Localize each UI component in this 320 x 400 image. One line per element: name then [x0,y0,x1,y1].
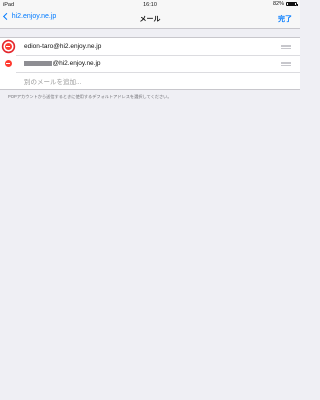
reorder-grip-icon[interactable] [281,44,291,49]
done-button[interactable]: 完了 [278,14,292,24]
minus-circle-icon [4,60,12,67]
delete-button-2[interactable] [0,60,16,67]
status-time: 16:10 [143,1,157,8]
email-list: edion-taro@hi2.enjoy.ne.jp @hi2.enjoy.ne… [0,37,300,90]
minus-circle-icon [4,43,12,50]
navigation-bar: hi2.enjoy.ne.jp メール 完了 [0,9,300,29]
email-row-1[interactable]: edion-taro@hi2.enjoy.ne.jp [0,38,300,55]
reorder-grip-icon[interactable] [281,61,291,66]
redacted-block [24,60,52,67]
add-email-row[interactable]: 別のメールを追加... [0,72,300,89]
email-address-1: edion-taro@hi2.enjoy.ne.jp [24,43,102,50]
battery-icon [286,1,298,7]
delete-button-1[interactable] [0,43,16,50]
battery-fill [287,3,295,5]
email-row-2[interactable]: @hi2.enjoy.ne.jp [0,55,300,72]
battery-status: 82% [272,1,298,8]
add-email-label: 別のメールを追加... [24,78,82,86]
status-bar: iPad 16:10 82% [0,0,300,9]
footnote-text: POPアカウントから送信するときに使用するデフォルトアドレスを選択してください。 [8,94,172,99]
page-title: メール [139,15,161,23]
battery-percent: 82% [272,1,284,8]
email-address-2: @hi2.enjoy.ne.jp [52,60,101,67]
email-address-2-wrap: @hi2.enjoy.ne.jp [24,60,281,67]
